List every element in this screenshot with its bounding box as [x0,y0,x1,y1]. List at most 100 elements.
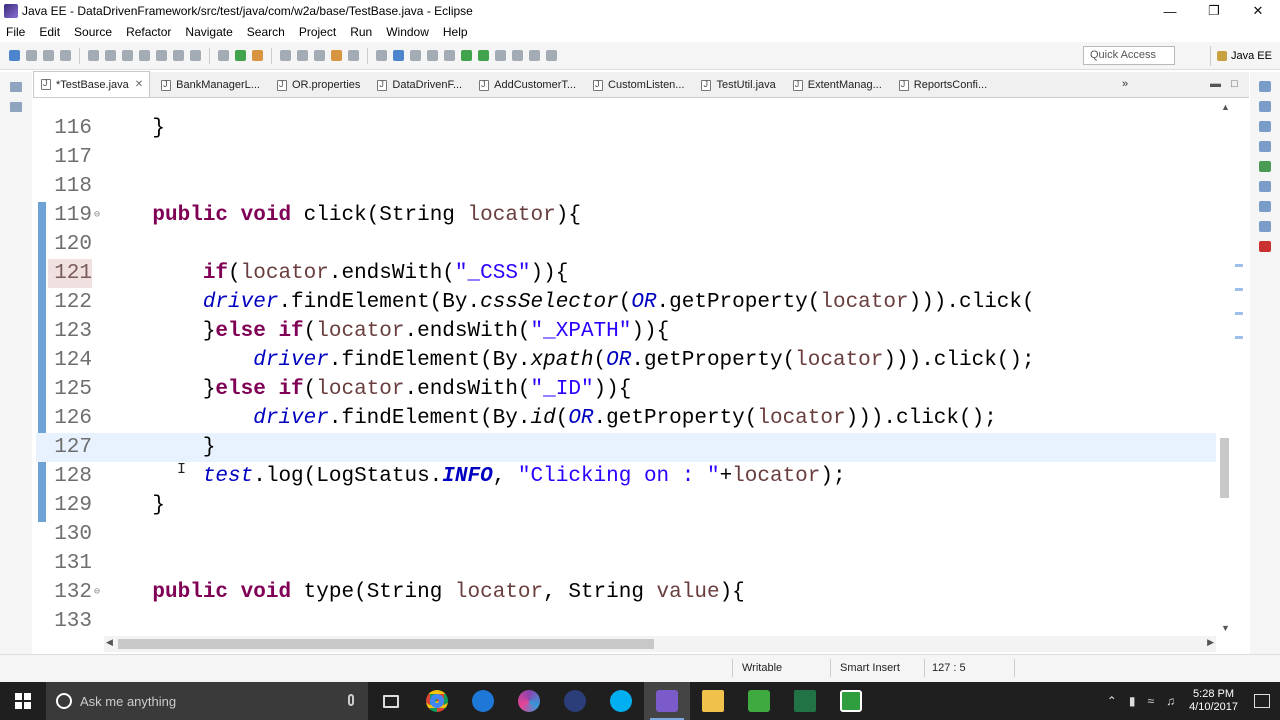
overview-marker[interactable] [1235,264,1243,267]
code-line[interactable]: 124 driver.findElement(By.xpath(OR.getPr… [36,346,1216,375]
notifications-icon[interactable] [1254,694,1270,708]
close-tab-icon[interactable]: ✕ [135,79,143,90]
vertical-scrollbar[interactable]: ▲ ▼ [1218,100,1232,635]
servers-icon[interactable] [1259,161,1271,172]
code-line[interactable]: 119 ⊖ public void click(String locator){ [36,201,1216,230]
package-explorer-icon[interactable] [10,102,22,112]
task-view-icon[interactable] [368,682,414,720]
step-return-icon[interactable] [190,50,201,61]
resume-icon[interactable] [88,50,99,61]
overview-marker[interactable] [1235,336,1243,339]
new-icon[interactable] [9,50,20,61]
file-explorer-icon[interactable] [690,682,736,720]
new-package-icon[interactable] [297,50,308,61]
debug-icon[interactable] [218,50,229,61]
format-icon[interactable] [444,50,455,61]
restore-view-icon[interactable] [1259,81,1271,92]
outline-icon[interactable] [1259,121,1271,132]
restore-icon[interactable]: ❐ [1192,0,1236,22]
task-list-icon[interactable] [1259,101,1271,112]
show-whitespace-icon[interactable] [427,50,438,61]
menu-source[interactable]: Source [74,25,112,39]
save-icon[interactable] [26,50,37,61]
scroll-up-icon[interactable]: ▲ [1221,102,1230,112]
editor-tab[interactable]: TestUtil.java [694,73,781,97]
forward-icon[interactable] [546,50,557,61]
toggle-mark-occurrences-icon[interactable] [376,50,387,61]
editor-tab[interactable]: AddCustomerT... [472,73,582,97]
fold-toggle-icon[interactable]: ⊖ [94,201,100,230]
minimize-icon[interactable]: — [1148,0,1192,22]
volume-icon[interactable]: ♫ [1166,694,1175,708]
block-selection-icon[interactable] [410,50,421,61]
editor-tab[interactable]: DataDrivenF... [370,73,468,97]
code-line[interactable]: 125 }else if(locator.endsWith("_ID")){ [36,375,1216,404]
search-icon[interactable] [348,50,359,61]
menu-refactor[interactable]: Refactor [126,25,171,39]
scroll-down-icon[interactable]: ▼ [1221,623,1230,633]
editor-tab[interactable]: ExtentManag... [786,73,888,97]
console-icon[interactable] [1259,221,1271,232]
menu-file[interactable]: File [6,25,25,39]
code-editor[interactable]: 116 } 117 118 119 ⊖ public void click(String… [36,98,1248,636]
code-line[interactable]: 131 [36,549,1216,578]
code-line[interactable]: 122 driver.findElement(By.cssSelector(OR… [36,288,1216,317]
save-all-icon[interactable] [43,50,54,61]
code-line[interactable]: 121 if(locator.endsWith("_CSS")){ [36,259,1216,288]
skype-icon[interactable] [598,682,644,720]
vertical-scroll-thumb[interactable] [1220,438,1229,498]
show-hidden-icons-icon[interactable]: ⌃ [1107,694,1117,708]
external-tools-icon[interactable] [252,50,263,61]
camtasia-recorder-icon[interactable] [828,682,874,720]
annotation-prev-icon[interactable] [512,50,523,61]
code-line[interactable]: 117 [36,143,1216,172]
run-icon[interactable] [235,50,246,61]
horizontal-scrollbar[interactable]: ◀ ▶ [104,636,1216,652]
menu-help[interactable]: Help [443,25,468,39]
code-line[interactable]: 129 } [36,491,1216,520]
menu-navigate[interactable]: Navigate [185,25,232,39]
perspective-java-ee[interactable]: Java EE [1210,46,1274,66]
minimize-editor-icon[interactable]: ▬ [1210,78,1221,90]
menu-project[interactable]: Project [299,25,336,39]
horizontal-scroll-thumb[interactable] [118,639,654,649]
browser-icon[interactable] [506,682,552,720]
wifi-icon[interactable]: ≈ [1147,694,1154,708]
code-line[interactable]: 120 [36,230,1216,259]
step-into-icon[interactable] [156,50,167,61]
editor-tab[interactable]: ReportsConfi... [892,73,993,97]
snippets-icon[interactable] [1259,201,1271,212]
overview-marker[interactable] [1235,312,1243,315]
code-line[interactable]: 123 }else if(locator.endsWith("_XPATH"))… [36,317,1216,346]
print-icon[interactable] [60,50,71,61]
data-source-icon[interactable] [1259,181,1271,192]
quick-access-field[interactable]: Quick Access [1083,46,1175,65]
new-class-icon[interactable] [314,50,325,61]
toggle-highlight-icon[interactable] [393,50,404,61]
code-line[interactable]: 128 test.log(LogStatus.INFO, "Clicking o… [36,462,1216,491]
battery-icon[interactable]: ▮ [1129,694,1136,708]
chrome-icon[interactable] [414,682,460,720]
tabs-overflow-button[interactable]: » [1122,78,1128,90]
microphone-icon[interactable] [348,694,354,706]
code-line[interactable]: 132 ⊖ public void type(String locator, St… [36,578,1216,607]
cortana-search[interactable]: Ask me anything [46,682,368,720]
junit-icon[interactable] [1259,241,1271,252]
back-icon[interactable] [529,50,540,61]
editor-tab[interactable]: *TestBase.java ✕ [33,71,151,97]
menu-edit[interactable]: Edit [39,25,60,39]
server-icon[interactable] [478,50,489,61]
code-line[interactable]: 133 [36,607,1216,636]
open-type-icon[interactable] [331,50,342,61]
camtasia-icon[interactable] [736,682,782,720]
server-start-icon[interactable] [461,50,472,61]
code-line[interactable]: 118 [36,172,1216,201]
suspend-icon[interactable] [105,50,116,61]
terminate-icon[interactable] [122,50,133,61]
annotation-next-icon[interactable] [495,50,506,61]
edge-icon[interactable] [460,682,506,720]
new-java-project-icon[interactable] [280,50,291,61]
scroll-left-icon[interactable]: ◀ [106,637,113,648]
editor-tab[interactable]: BankManagerL... [154,73,266,97]
code-line[interactable]: 130 [36,520,1216,549]
